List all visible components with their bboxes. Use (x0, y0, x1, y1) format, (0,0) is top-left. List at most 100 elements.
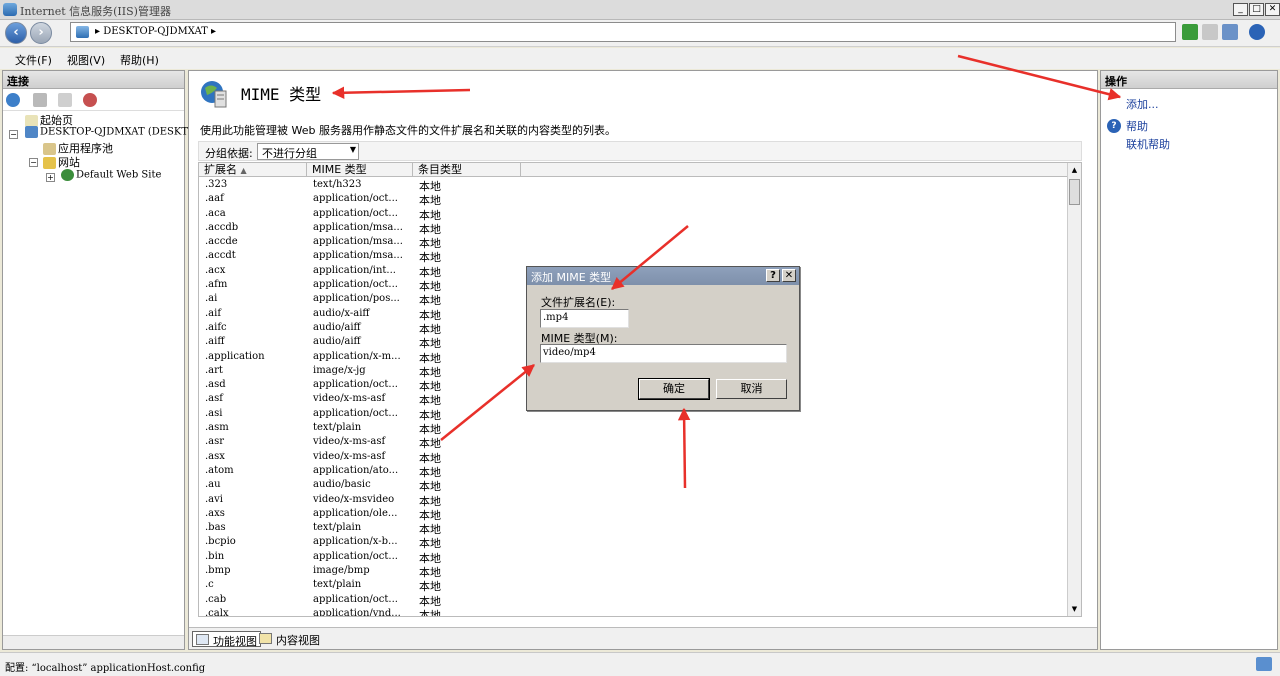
dialog-title: 添加 MIME 类型 (531, 271, 612, 284)
cell-extension: .bmp (205, 565, 231, 577)
address-toolbar: ‹ › ▸ DESKTOP-QJDMXAT ▸ (0, 20, 1280, 47)
connections-hscrollbar[interactable] (3, 635, 184, 649)
tree-sites[interactable]: 网站 (43, 154, 80, 170)
table-row[interactable]: .asr video/x-ms-asf 本地 (199, 435, 1069, 450)
page-title: MIME 类型 (241, 85, 322, 104)
cell-extension: .accdb (205, 221, 239, 233)
cell-extension: .aif (205, 307, 222, 319)
cell-mime-type: audio/aiff (313, 336, 361, 348)
table-row[interactable]: .aca application/oct... 本地 (199, 207, 1069, 222)
cell-mime-type: application/oct... (313, 407, 398, 419)
tree-server[interactable]: DESKTOP-QJDMXAT (DESKTOP-Q (25, 126, 214, 138)
column-header-mime[interactable]: MIME 类型 (307, 163, 413, 177)
cell-mime-type: application/msa... (313, 250, 403, 262)
cell-mime-type: application/msa... (313, 221, 403, 233)
table-row[interactable]: .asm text/plain 本地 (199, 421, 1069, 436)
help-icon[interactable] (1249, 24, 1265, 40)
table-row[interactable]: .bmp image/bmp 本地 (199, 564, 1069, 579)
up-icon[interactable] (58, 93, 72, 107)
maximize-button[interactable]: □ (1249, 3, 1264, 16)
cell-mime-type: application/x-m... (313, 350, 401, 362)
table-row[interactable]: .aaf application/oct... 本地 (199, 192, 1069, 207)
table-row[interactable]: .au audio/basic 本地 (199, 478, 1069, 493)
breadcrumb-server[interactable]: DESKTOP-QJDMXAT (103, 26, 208, 37)
cell-extension: .asd (205, 379, 226, 391)
cancel-button[interactable]: 取消 (716, 379, 787, 399)
cell-extension: .aifc (205, 321, 227, 333)
column-header-extension[interactable]: 扩展名 ▲ (199, 163, 307, 177)
stop-icon[interactable] (1202, 24, 1218, 40)
action-help[interactable]: 帮助 (1126, 118, 1148, 134)
tree-default-web-site[interactable]: Default Web Site (61, 169, 161, 181)
ok-button[interactable]: 确定 (638, 378, 710, 400)
table-row[interactable]: .axs application/ole... 本地 (199, 507, 1069, 522)
connect-icon[interactable] (6, 93, 20, 107)
mime-type-input[interactable]: video/mp4 (540, 344, 787, 363)
table-row[interactable]: .accde application/msa... 本地 (199, 235, 1069, 250)
cell-mime-type: application/oct... (313, 593, 398, 605)
table-row[interactable]: .accdt application/msa... 本地 (199, 249, 1069, 264)
minimize-button[interactable]: _ (1233, 3, 1248, 16)
close-window-button[interactable]: ✕ (1265, 3, 1280, 16)
tab-content-view[interactable]: 内容视图 (256, 631, 323, 647)
forward-button[interactable]: › (30, 22, 52, 44)
scroll-up-icon[interactable]: ▲ (1069, 164, 1080, 176)
cell-extension: .323 (205, 179, 228, 190)
cell-mime-type: application/int... (313, 264, 396, 276)
tab-features-view[interactable]: 功能视图 (192, 631, 261, 648)
cell-mime-type: video/x-msvideo (313, 493, 395, 505)
menu-view[interactable]: 视图(V) (67, 52, 105, 68)
menu-help[interactable]: 帮助(H) (120, 52, 159, 68)
expander-server[interactable]: − (9, 130, 18, 139)
expander-default-site[interactable]: + (46, 173, 55, 182)
extension-input[interactable]: .mp4 (540, 309, 629, 328)
table-row[interactable]: .avi video/x-msvideo 本地 (199, 493, 1069, 508)
cell-extension: .accdt (205, 250, 236, 262)
cell-mime-type: audio/aiff (313, 321, 361, 333)
disconnect-icon[interactable] (83, 93, 97, 107)
action-online-help[interactable]: 联机帮助 (1126, 136, 1170, 152)
table-row[interactable]: .323 text/h323 本地 (199, 178, 1069, 193)
action-add[interactable]: 添加... (1126, 96, 1159, 112)
cell-mime-type: application/msa... (313, 236, 403, 248)
grid-header: 扩展名 ▲ MIME 类型 条目类型 (199, 163, 1069, 177)
address-bar[interactable]: ▸ DESKTOP-QJDMXAT ▸ (70, 22, 1176, 42)
scroll-thumb[interactable] (1069, 179, 1080, 205)
table-row[interactable]: .accdb application/msa... 本地 (199, 221, 1069, 236)
cell-extension: .asx (205, 450, 225, 462)
server-status-icon (1256, 657, 1272, 671)
folder-icon (43, 157, 56, 169)
table-row[interactable]: .c text/plain 本地 (199, 578, 1069, 593)
scroll-down-icon[interactable]: ▼ (1069, 603, 1080, 615)
cell-mime-type: video/x-ms-asf (313, 450, 386, 462)
cell-extension: .application (205, 350, 265, 362)
table-row[interactable]: .calx application/vnd... 本地 (199, 607, 1069, 617)
cell-extension: .c (205, 579, 214, 591)
expander-sites[interactable]: − (29, 158, 38, 167)
cell-mime-type: text/plain (313, 422, 362, 434)
back-button[interactable]: ‹ (5, 22, 27, 44)
column-header-entry-type[interactable]: 条目类型 (413, 163, 521, 177)
group-by-select[interactable]: 不进行分组 ▼ (257, 143, 359, 160)
cell-extension: .avi (205, 493, 223, 505)
cell-extension: .bas (205, 522, 226, 534)
table-row[interactable]: .bas text/plain 本地 (199, 521, 1069, 536)
refresh-icon[interactable] (1182, 24, 1198, 40)
cell-mime-type: text/plain (313, 579, 362, 591)
dialog-help-button[interactable]: ? (766, 269, 780, 282)
menu-file[interactable]: 文件(F) (15, 52, 52, 68)
dialog-close-button[interactable]: ✕ (782, 269, 796, 282)
save-icon[interactable] (33, 93, 47, 107)
table-row[interactable]: .bin application/oct... 本地 (199, 550, 1069, 565)
dialog-titlebar: 添加 MIME 类型 ? ✕ (527, 267, 799, 285)
group-by-value: 不进行分组 (262, 147, 317, 160)
cell-extension: .atom (205, 464, 234, 476)
cell-extension: .calx (205, 607, 229, 617)
table-row[interactable]: .bcpio application/x-b... 本地 (199, 535, 1069, 550)
table-row[interactable]: .asx video/x-ms-asf 本地 (199, 450, 1069, 465)
cell-mime-type: application/ole... (313, 507, 398, 519)
table-row[interactable]: .atom application/ato... 本地 (199, 464, 1069, 479)
home-icon[interactable] (1222, 24, 1238, 40)
table-row[interactable]: .cab application/oct... 本地 (199, 593, 1069, 608)
grid-vscrollbar[interactable]: ▲ ▼ (1067, 163, 1081, 616)
